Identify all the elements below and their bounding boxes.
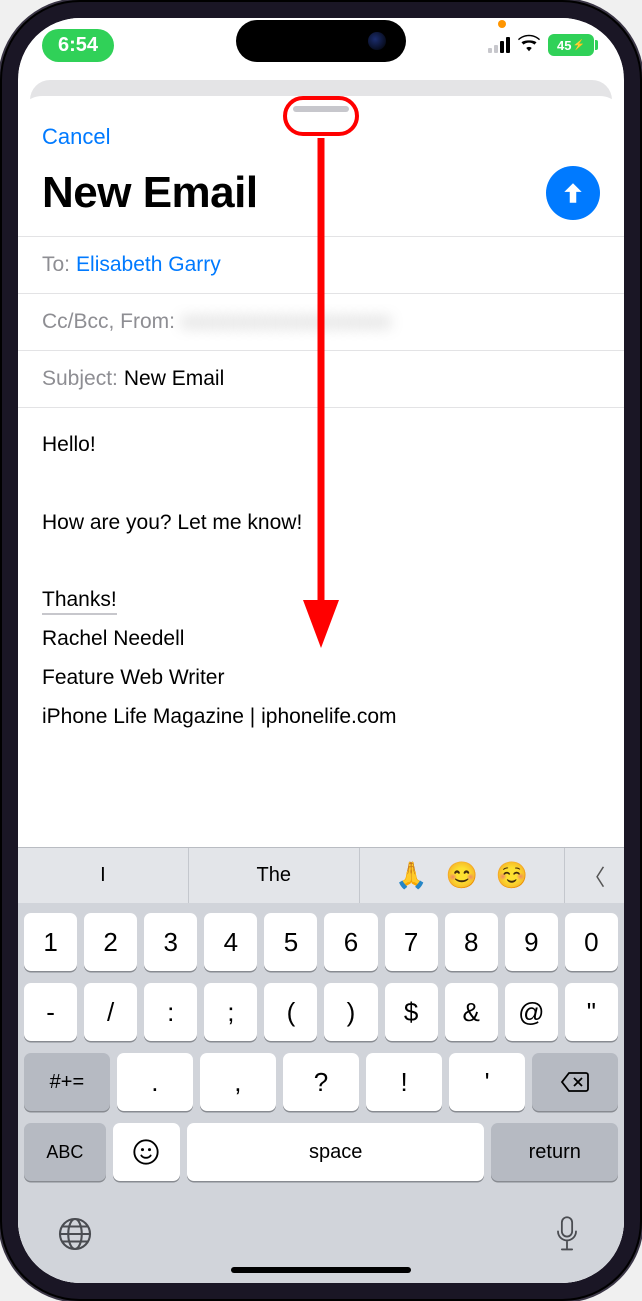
home-indicator[interactable] (231, 1267, 411, 1273)
key-9[interactable]: 9 (505, 913, 558, 971)
status-time-pill[interactable]: 6:54 (42, 29, 114, 62)
kb-row-4: ABC space return (24, 1123, 618, 1181)
battery-icon: 45⚡ (548, 34, 594, 56)
compose-title: New Email (42, 168, 258, 218)
subject-label: Subject: (42, 367, 118, 391)
ccbcc-field[interactable]: Cc/Bcc, From: xxxxxxxxxxxxxxxxxxxx (18, 293, 624, 350)
key-quote[interactable]: " (565, 983, 618, 1041)
key-period[interactable]: . (117, 1053, 193, 1111)
key-exclaim[interactable]: ! (366, 1053, 442, 1111)
to-field[interactable]: To: Elisabeth Garry (18, 236, 624, 293)
title-row: New Email (18, 156, 624, 236)
mic-icon (553, 1216, 581, 1252)
cellular-signal-icon (488, 37, 510, 53)
key-emoji[interactable] (113, 1123, 180, 1181)
subject-value: New Email (124, 367, 224, 391)
suggestion-2[interactable]: The (189, 848, 360, 903)
key-at[interactable]: @ (505, 983, 558, 1041)
emoji-icon (132, 1138, 160, 1166)
kb-rows: 1 2 3 4 5 6 7 8 9 0 - / : (18, 903, 624, 1199)
from-address: xxxxxxxxxxxxxxxxxxxx (181, 310, 391, 334)
to-label: To: (42, 253, 70, 277)
kb-row-2: - / : ; ( ) $ & @ " (24, 983, 618, 1041)
screen: 6:54 45⚡ (18, 18, 624, 1283)
key-dollar[interactable]: $ (385, 983, 438, 1041)
key-colon[interactable]: : (144, 983, 197, 1041)
key-slash[interactable]: / (84, 983, 137, 1041)
dynamic-island (236, 20, 406, 62)
suggestion-1[interactable]: I (18, 848, 189, 903)
body-line: Hello! (42, 426, 600, 465)
key-dash[interactable]: - (24, 983, 77, 1041)
globe-icon (57, 1216, 93, 1252)
key-apostrophe[interactable]: ' (449, 1053, 525, 1111)
key-1[interactable]: 1 (24, 913, 77, 971)
key-2[interactable]: 2 (84, 913, 137, 971)
wifi-icon (518, 34, 540, 57)
suggestion-bar: I The 🙏 😊 ☺️ 〈 (18, 847, 624, 903)
suggestion-emoji[interactable]: 🙏 😊 ☺️ (360, 848, 565, 903)
dictation-button[interactable] (546, 1213, 588, 1255)
body-line: Rachel Needell (42, 620, 600, 659)
compose-sheet: Cancel New Email To: Elisabeth Garry Cc/… (18, 96, 624, 1283)
key-0[interactable]: 0 (565, 913, 618, 971)
cancel-button[interactable]: Cancel (42, 118, 110, 156)
body-line: Thanks! (42, 581, 600, 620)
key-8[interactable]: 8 (445, 913, 498, 971)
kb-row-3: #+= . , ? ! ' (24, 1053, 618, 1111)
iphone-frame: 6:54 45⚡ (0, 0, 642, 1301)
body-line: iPhone Life Magazine | iphonelife.com (42, 698, 600, 737)
key-question[interactable]: ? (283, 1053, 359, 1111)
key-7[interactable]: 7 (385, 913, 438, 971)
subject-field[interactable]: Subject: New Email (18, 350, 624, 407)
body-line: How are you? Let me know! (42, 504, 600, 543)
body-line (42, 543, 600, 582)
body-line: Feature Web Writer (42, 659, 600, 698)
key-return[interactable]: return (491, 1123, 618, 1181)
send-button[interactable] (546, 166, 600, 220)
key-paren-open[interactable]: ( (264, 983, 317, 1041)
arrow-up-icon (560, 180, 586, 206)
key-abc[interactable]: ABC (24, 1123, 106, 1181)
key-amp[interactable]: & (445, 983, 498, 1041)
to-recipient[interactable]: Elisabeth Garry (76, 253, 221, 277)
kb-row-1: 1 2 3 4 5 6 7 8 9 0 (24, 913, 618, 971)
key-symbols[interactable]: #+= (24, 1053, 110, 1111)
key-3[interactable]: 3 (144, 913, 197, 971)
key-4[interactable]: 4 (204, 913, 257, 971)
ccbcc-label: Cc/Bcc, From: (42, 310, 175, 334)
body-line (42, 465, 600, 504)
key-5[interactable]: 5 (264, 913, 317, 971)
key-backspace[interactable] (532, 1053, 618, 1111)
backspace-icon (560, 1071, 590, 1093)
status-right: 45⚡ (488, 34, 594, 57)
email-body[interactable]: Hello! How are you? Let me know! Thanks!… (18, 407, 624, 847)
key-comma[interactable]: , (200, 1053, 276, 1111)
key-semicolon[interactable]: ; (204, 983, 257, 1041)
sheet-header: Cancel (18, 112, 624, 156)
key-paren-close[interactable]: ) (324, 983, 377, 1041)
keyboard: I The 🙏 😊 ☺️ 〈 1 2 3 4 5 (18, 847, 624, 1283)
mic-indicator-dot (498, 20, 506, 28)
suggestion-collapse-chevron-icon[interactable]: 〈 (565, 848, 624, 903)
key-space[interactable]: space (187, 1123, 485, 1181)
key-6[interactable]: 6 (324, 913, 377, 971)
globe-button[interactable] (54, 1213, 96, 1255)
